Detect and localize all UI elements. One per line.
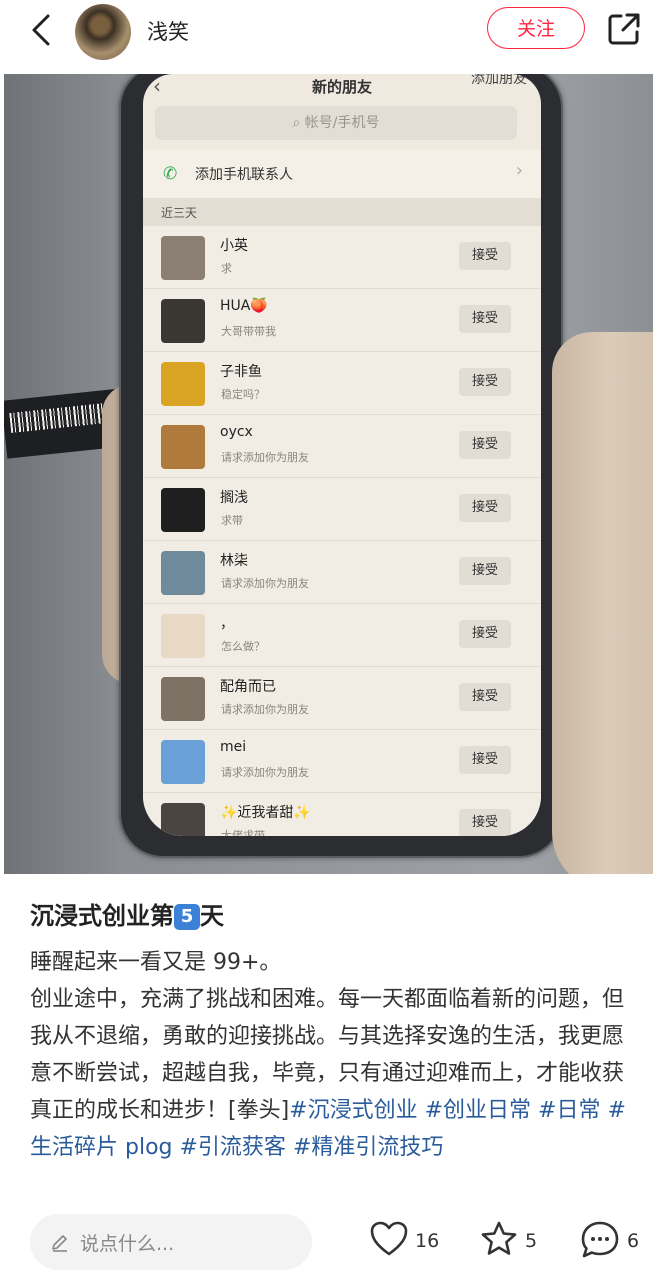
- request-name: 配角而已: [220, 679, 276, 695]
- phone-icon: ✆: [163, 164, 178, 184]
- accept-button: 接受: [459, 746, 511, 774]
- post-photo[interactable]: ‹ 新的朋友 添加朋友 ⌕ 帐号/手机号 ✆ 添加手机联系人 › 近三天 小英求…: [4, 74, 653, 874]
- hashtag-link[interactable]: #日常: [538, 1098, 600, 1123]
- accept-button: 接受: [459, 683, 511, 711]
- request-message: 请求添加你为朋友: [221, 766, 309, 779]
- request-name: 小英: [220, 238, 248, 254]
- request-message: 请求添加你为朋友: [221, 451, 309, 464]
- request-name: 子非鱼: [220, 364, 262, 380]
- request-message: 怎么做？: [221, 640, 265, 653]
- friend-request-row: 林柒请求添加你为朋友 接受: [143, 541, 541, 604]
- request-avatar: [161, 803, 205, 836]
- star-icon: [481, 1221, 517, 1255]
- comment-button[interactable]: 6: [579, 1216, 645, 1264]
- request-message: 大佬求带: [221, 829, 265, 836]
- request-avatar: [161, 740, 205, 784]
- screen-search-placeholder: 帐号/手机号: [304, 115, 380, 131]
- phone-screen: ‹ 新的朋友 添加朋友 ⌕ 帐号/手机号 ✆ 添加手机联系人 › 近三天 小英求…: [143, 74, 541, 836]
- request-avatar: [161, 488, 205, 532]
- screen-header: ‹ 新的朋友 添加朋友: [143, 74, 541, 104]
- request-name: ，: [220, 616, 234, 632]
- accept-button: 接受: [459, 368, 511, 396]
- content-fade: [0, 1176, 653, 1200]
- request-avatar: [161, 362, 205, 406]
- request-name: ✨近我者甜✨: [220, 805, 311, 821]
- hashtag-link[interactable]: #创业日常: [425, 1098, 531, 1123]
- friend-request-row: 小英求 接受: [143, 226, 541, 289]
- author-name[interactable]: 浅笑: [147, 16, 189, 46]
- chevron-right-icon: ›: [515, 160, 523, 181]
- request-avatar: [161, 614, 205, 658]
- bottom-action-bar: 说点什么... 16 5 6: [0, 1200, 653, 1280]
- request-name: mei: [220, 739, 247, 755]
- screen-search-bar: ⌕ 帐号/手机号: [155, 106, 517, 140]
- post-body: 睡醒起来一看又是 99+。 创业途中，充满了挑战和困难。每一天都面临着新的问题，…: [30, 944, 636, 1166]
- comment-count: 6: [627, 1230, 640, 1252]
- hashtag-link[interactable]: #沉浸式创业: [289, 1098, 417, 1123]
- accept-button: 接受: [459, 494, 511, 522]
- friend-request-row: 搁浅求带 接受: [143, 478, 541, 541]
- accept-button: 接受: [459, 620, 511, 648]
- collect-button[interactable]: 5: [479, 1216, 545, 1264]
- screen-section-label: 近三天: [161, 206, 198, 220]
- accept-button: 接受: [459, 431, 511, 459]
- post-line: 睡醒起来一看又是 99+。: [30, 950, 282, 975]
- comment-placeholder: 说点什么...: [80, 1233, 175, 1255]
- request-message: 大哥带带我: [221, 325, 276, 338]
- friend-request-row: mei 请求添加你为朋友 接受: [143, 730, 541, 793]
- request-avatar: [161, 551, 205, 595]
- post-paragraph: 创业途中，充满了挑战和困难。每一天都面临着新的问题，但我从不退缩，勇敢的迎接挑战…: [30, 981, 636, 1166]
- friend-request-row: ✨近我者甜✨ 大佬求带 接受: [143, 793, 541, 836]
- post-title-suffix: 天: [200, 902, 224, 930]
- like-count: 16: [415, 1230, 440, 1252]
- heart-icon: [370, 1221, 408, 1256]
- friend-request-row: HUA🍑 大哥带带我 接受: [143, 289, 541, 352]
- post-title: 沉浸式创业第 5 天: [30, 896, 224, 931]
- collect-count: 5: [525, 1230, 538, 1252]
- request-name: oycx: [220, 424, 253, 440]
- number-badge: 5: [174, 904, 200, 930]
- friend-request-row: 配角而已请求添加你为朋友 接受: [143, 667, 541, 730]
- phone-device: ‹ 新的朋友 添加朋友 ⌕ 帐号/手机号 ✆ 添加手机联系人 › 近三天 小英求…: [119, 74, 563, 858]
- request-avatar: [161, 677, 205, 721]
- friend-request-row: 子非鱼稳定吗？ 接受: [143, 352, 541, 415]
- screen-add-contacts-row: ✆ 添加手机联系人 ›: [143, 150, 541, 198]
- accept-button: 接受: [459, 557, 511, 585]
- request-message: 请求添加你为朋友: [221, 703, 309, 716]
- request-name: 林柒: [220, 553, 248, 569]
- screen-section-header: 近三天: [143, 198, 541, 226]
- hashtag-link[interactable]: #引流获客: [180, 1135, 286, 1160]
- screen-add-friend: 添加朋友: [471, 74, 527, 87]
- friend-request-row: ， 怎么做？ 接受: [143, 604, 541, 667]
- hashtag-link[interactable]: #精准引流技巧: [293, 1135, 443, 1160]
- request-message: 请求添加你为朋友: [221, 577, 309, 590]
- screen-add-contacts-label: 添加手机联系人: [195, 167, 293, 183]
- accept-button: 接受: [459, 305, 511, 333]
- request-message: 稳定吗？: [221, 388, 265, 401]
- comment-bubble-icon: [581, 1221, 619, 1258]
- like-button[interactable]: 16: [369, 1216, 443, 1264]
- back-arrow-icon[interactable]: [24, 10, 64, 50]
- request-message: 求: [221, 262, 232, 275]
- share-icon[interactable]: [605, 10, 643, 48]
- accept-button: 接受: [459, 242, 511, 270]
- request-name: HUA🍑: [220, 298, 268, 314]
- request-avatar: [161, 425, 205, 469]
- request-name: 搁浅: [220, 490, 248, 506]
- search-icon: ⌕: [292, 115, 305, 131]
- author-avatar[interactable]: [75, 4, 131, 60]
- pencil-icon: [52, 1235, 67, 1252]
- request-message: 求带: [221, 514, 243, 527]
- comment-input[interactable]: 说点什么...: [30, 1214, 312, 1270]
- follow-button[interactable]: 关注: [487, 7, 585, 49]
- hand-palm: [552, 332, 653, 874]
- accept-button: 接受: [459, 809, 511, 836]
- friend-request-row: oycx 请求添加你为朋友 接受: [143, 415, 541, 478]
- top-navigation-bar: 浅笑 关注: [0, 0, 653, 62]
- request-avatar: [161, 299, 205, 343]
- request-avatar: [161, 236, 205, 280]
- post-title-text: 沉浸式创业第: [30, 902, 174, 930]
- friend-request-list: 小英求接受 HUA🍑 大哥带带我 接受 子非鱼 稳定吗？ 接受 oycx 请求添加你为朋友 接受搁…: [143, 226, 541, 836]
